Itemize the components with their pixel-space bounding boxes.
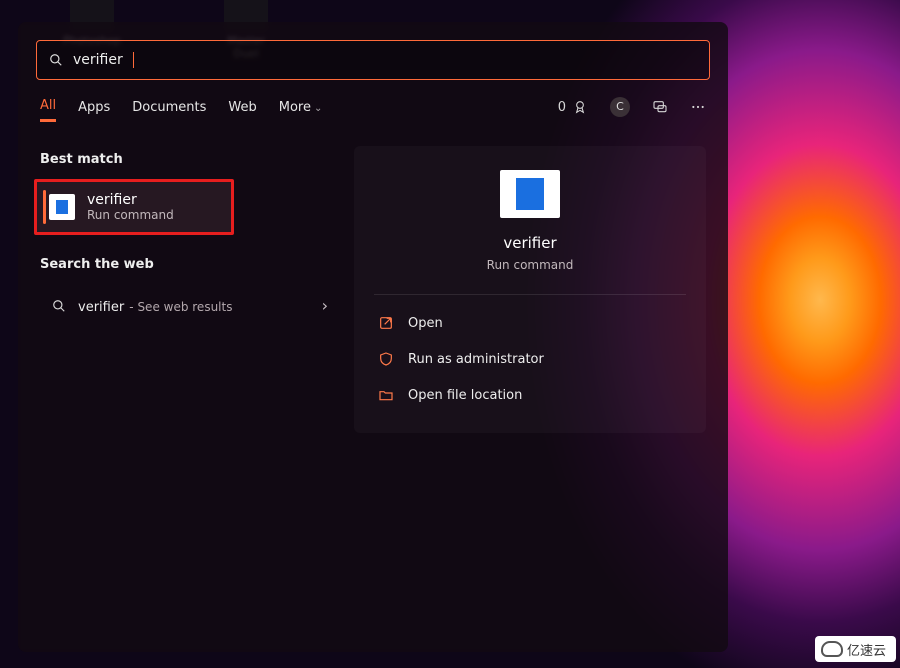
web-result-term: verifier [78,300,124,315]
menu-more[interactable] [690,99,706,115]
watermark-text: 亿速云 [847,640,886,659]
chat-icon[interactable] [652,99,668,115]
tab-documents[interactable]: Documents [132,94,206,121]
folder-icon [378,387,394,403]
desktop: Photoshop Master Duel verifier All Apps … [0,0,900,668]
action-open-location[interactable]: Open file location [374,377,686,413]
chevron-right-icon: › [322,296,328,315]
detail-subtitle: Run command [374,258,686,272]
results-left-column: Best match verifier Run command Search t… [40,146,340,433]
shield-icon [378,351,394,367]
watermark: 亿速云 [815,636,896,662]
action-label: Open file location [408,388,522,403]
open-icon [378,315,394,331]
web-result-item[interactable]: verifier - See web results › [40,284,340,327]
best-match-subtitle: Run command [87,208,174,222]
search-icon [49,53,63,67]
medal-icon [572,99,588,115]
best-match-heading: Best match [40,152,340,167]
ellipsis-icon [690,99,706,115]
web-result-suffix: - See web results [129,300,232,314]
account-avatar[interactable]: C [610,97,630,117]
text-caret [133,52,134,68]
tab-apps[interactable]: Apps [78,94,110,121]
tab-all[interactable]: All [40,92,56,122]
action-label: Open [408,316,443,331]
points-value: 0 [558,100,566,115]
avatar-initial: C [610,97,630,117]
search-web-heading: Search the web [40,257,340,272]
best-match-item[interactable]: verifier Run command [34,179,234,235]
action-run-admin[interactable]: Run as administrator [374,341,686,377]
tab-more[interactable]: More⌄ [279,94,323,121]
search-tabs: All Apps Documents Web More⌄ 0 C [18,80,728,128]
action-label: Run as administrator [408,352,544,367]
detail-title: verifier [374,234,686,252]
tab-web[interactable]: Web [228,94,256,121]
start-search-panel: verifier All Apps Documents Web More⌄ 0 … [18,22,728,652]
search-icon [52,299,66,313]
detail-app-icon [500,170,560,218]
action-open[interactable]: Open [374,305,686,341]
divider [374,294,686,295]
cloud-icon [821,641,843,657]
search-input-text: verifier [73,52,123,68]
rewards-points[interactable]: 0 [558,99,588,115]
search-bar[interactable]: verifier [36,40,710,80]
chevron-down-icon: ⌄ [314,103,322,114]
chat-bubble-icon [652,99,668,115]
result-detail-panel: verifier Run command Open Run as adminis… [354,146,706,433]
best-match-title: verifier [87,192,174,208]
run-command-icon [49,194,75,220]
